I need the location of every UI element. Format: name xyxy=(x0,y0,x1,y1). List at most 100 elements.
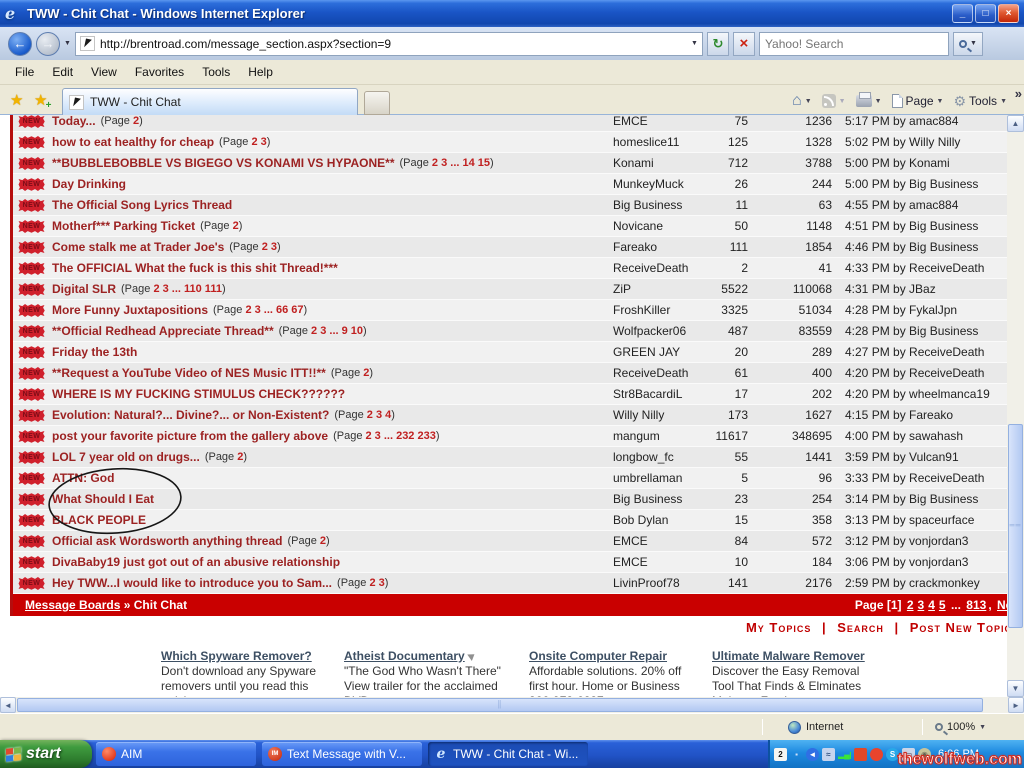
tools-menu-button[interactable]: ⚙Tools▼ xyxy=(950,92,1010,110)
tab-tww-chit-chat[interactable]: TWW - Chit Chat xyxy=(62,88,358,115)
scroll-down-button[interactable]: ▼ xyxy=(1007,680,1024,697)
tray-updates-icon[interactable]: ▪ xyxy=(790,748,803,761)
thread-title-link[interactable]: WHERE IS MY FUCKING STIMULUS CHECK?????? xyxy=(52,387,345,401)
url-input[interactable] xyxy=(100,37,686,51)
action-post-new-topic[interactable]: Post New Topic xyxy=(910,620,1007,635)
thread-title-link[interactable]: Friday the 13th xyxy=(52,345,137,359)
thread-page-links[interactable]: 2 3 ... 232 233 xyxy=(366,430,436,442)
thread-title-link[interactable]: post your favorite picture from the gall… xyxy=(52,429,328,443)
taskbar-task-aim[interactable]: AIM xyxy=(96,742,256,766)
thread-page-links[interactable]: 2 xyxy=(133,115,139,127)
thread-title-link[interactable]: how to eat healthy for cheap xyxy=(52,135,214,149)
tray-aim-tray-icon[interactable] xyxy=(870,748,883,761)
thread-title-link[interactable]: LOL 7 year old on drugs... xyxy=(52,450,200,464)
favorites-button[interactable]: ★ xyxy=(10,91,23,109)
taskbar-task-tww-chit-chat-wi-[interactable]: eTWW - Chit Chat - Wi... xyxy=(428,742,588,766)
thread-title-link[interactable]: Digital SLR xyxy=(52,282,116,296)
toolbar-overflow-icon[interactable]: » xyxy=(1015,86,1022,101)
forward-button[interactable]: → xyxy=(36,32,60,56)
menu-file[interactable]: File xyxy=(6,62,43,82)
thread-title-link[interactable]: **Request a YouTube Video of NES Music I… xyxy=(52,366,326,380)
vertical-scroll-thumb[interactable]: ══ xyxy=(1008,424,1023,628)
thread-page-links[interactable]: 2 xyxy=(237,451,243,463)
scroll-right-button[interactable]: ► xyxy=(1008,697,1024,713)
horizontal-scrollbar[interactable]: ◄ ║ ► xyxy=(0,697,1024,713)
tray-rollback-icon[interactable]: ◄ xyxy=(806,748,819,761)
thread-page-links[interactable]: 2 3 xyxy=(262,241,277,253)
pagination-page-link[interactable]: 5 xyxy=(939,598,946,612)
tray-battery-icon[interactable] xyxy=(854,748,867,761)
pagination-page-link[interactable]: 2 xyxy=(907,598,914,612)
thread-title-link[interactable]: DivaBaby19 just got out of an abusive re… xyxy=(52,555,340,569)
ad-title-link[interactable]: Which Spyware Remover? xyxy=(161,649,312,663)
zoom-control[interactable]: 100% ▼ xyxy=(935,721,986,733)
history-dropdown-icon[interactable]: ▼ xyxy=(64,40,71,47)
thread-title-link[interactable]: Evolution: Natural?... Divine?... or Non… xyxy=(52,408,329,422)
thread-title-link[interactable]: More Funny Juxtapositions xyxy=(52,303,208,317)
back-button[interactable]: ← xyxy=(8,32,32,56)
home-dropdown-icon[interactable]: ▼ xyxy=(805,98,812,105)
address-field[interactable]: ▼ xyxy=(75,32,703,56)
thread-title-link[interactable]: **BUBBLEBOBBLE VS BIGEGO VS KONAMI VS HY… xyxy=(52,156,395,170)
search-button[interactable]: ▼ xyxy=(953,32,983,56)
thread-title-link[interactable]: The Official Song Lyrics Thread xyxy=(52,198,232,212)
menu-favorites[interactable]: Favorites xyxy=(126,62,193,82)
thread-title-link[interactable]: Motherf*** Parking Ticket xyxy=(52,219,195,233)
thread-title-link[interactable]: What Should I Eat xyxy=(52,492,154,506)
ad-title-link[interactable]: Atheist Documentary xyxy=(344,649,465,663)
tray-wireless-signal-icon[interactable]: ▂▄▆ xyxy=(838,748,851,761)
thread-page-links[interactable]: 2 3 ... 66 67 xyxy=(245,304,303,316)
pagination-last-link[interactable]: 813 xyxy=(966,598,986,612)
print-dropdown-icon[interactable]: ▼ xyxy=(875,98,882,105)
tray-network-activity-icon[interactable]: ≈ xyxy=(822,748,835,761)
search-dropdown-icon[interactable]: ▼ xyxy=(970,40,977,47)
search-input[interactable] xyxy=(765,37,943,51)
add-favorite-button[interactable]: ★+ xyxy=(34,91,47,109)
search-field[interactable] xyxy=(759,32,949,56)
scroll-up-button[interactable]: ▲ xyxy=(1007,115,1024,132)
tray-input-language-indicator[interactable]: 2 xyxy=(774,748,787,761)
thread-title-link[interactable]: Hey TWW...I would like to introduce you … xyxy=(52,576,332,590)
page-dropdown-icon[interactable]: ▼ xyxy=(937,98,944,105)
thread-page-links[interactable]: 2 3 4 xyxy=(367,409,391,421)
ad-title-link[interactable]: Onsite Computer Repair xyxy=(529,649,667,663)
thread-page-links[interactable]: 2 3 xyxy=(369,577,384,589)
page-menu-button[interactable]: Page▼ xyxy=(889,92,947,110)
menu-help[interactable]: Help xyxy=(239,62,282,82)
thread-title-link[interactable]: ATTN: God xyxy=(52,471,114,485)
refresh-button[interactable]: ↻ xyxy=(707,32,729,56)
thread-page-links[interactable]: 2 3 ... 110 111 xyxy=(153,283,222,295)
ad-title-link[interactable]: Ultimate Malware Remover xyxy=(712,649,865,663)
thread-title-link[interactable]: Today... xyxy=(52,115,96,128)
scroll-left-button[interactable]: ◄ xyxy=(0,697,16,713)
menu-tools[interactable]: Tools xyxy=(193,62,239,82)
home-button[interactable]: ⌂▼ xyxy=(789,92,815,110)
vertical-scrollbar[interactable]: ▲ ══ ▼ xyxy=(1007,115,1024,697)
thread-page-links[interactable]: 2 3 xyxy=(251,136,266,148)
action-my-topics[interactable]: My Topics xyxy=(746,620,811,635)
stop-button[interactable]: × xyxy=(733,32,755,56)
thread-page-links[interactable]: 2 3 ... 14 15 xyxy=(432,157,490,169)
thread-page-links[interactable]: 2 xyxy=(320,535,326,547)
pagination-page-link[interactable]: 3 xyxy=(918,598,925,612)
thread-title-link[interactable]: BLACK PEOPLE xyxy=(52,513,146,527)
menu-view[interactable]: View xyxy=(82,62,126,82)
thread-page-links[interactable]: 2 3 ... 9 10 xyxy=(311,325,363,337)
pagination-page-link[interactable]: 4 xyxy=(928,598,935,612)
close-button[interactable]: × xyxy=(998,4,1019,23)
thread-title-link[interactable]: **Official Redhead Appreciate Thread** xyxy=(52,324,274,338)
taskbar-task-text-message-with-v-[interactable]: IMText Message with V... xyxy=(262,742,422,766)
start-button[interactable]: start xyxy=(0,740,92,768)
action-search[interactable]: Search xyxy=(837,620,884,635)
address-dropdown-icon[interactable]: ▼ xyxy=(691,40,698,47)
thread-title-link[interactable]: Come stalk me at Trader Joe's xyxy=(52,240,224,254)
new-tab-button[interactable] xyxy=(364,91,390,115)
pagination-next-link[interactable]: Next xyxy=(997,598,1007,612)
thread-page-links[interactable]: 2 xyxy=(233,220,239,232)
minimize-button[interactable]: _ xyxy=(952,4,973,23)
breadcrumb-message-boards-link[interactable]: Message Boards xyxy=(25,598,120,612)
tools-dropdown-icon[interactable]: ▼ xyxy=(1000,98,1007,105)
feeds-button[interactable]: ▼ xyxy=(819,92,849,110)
zoom-dropdown-icon[interactable]: ▼ xyxy=(979,724,986,731)
thread-page-links[interactable]: 2 xyxy=(363,367,369,379)
